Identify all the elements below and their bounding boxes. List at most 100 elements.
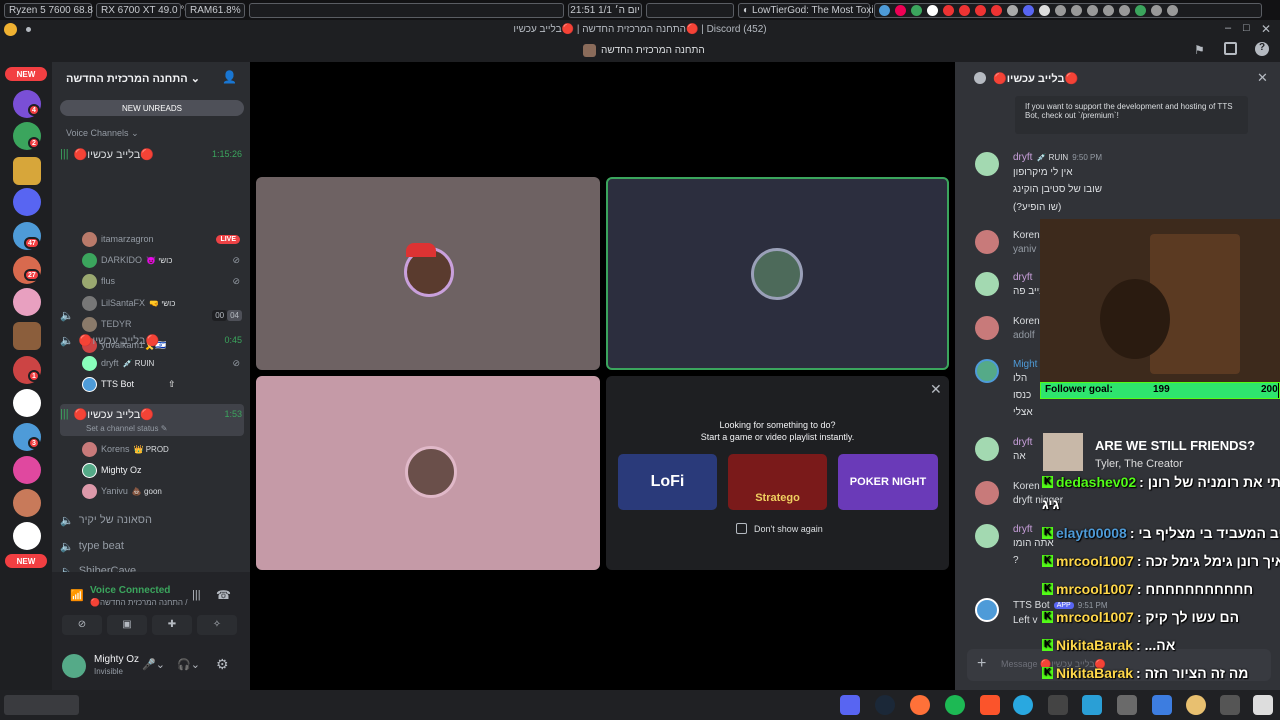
brave-taskbar-icon[interactable]: [980, 695, 1000, 715]
voice-channel[interactable]: 🔈 type beat: [60, 536, 242, 556]
avatar[interactable]: [975, 316, 999, 340]
activity-card-lofi[interactable]: LoFi: [618, 454, 717, 510]
tray-icon[interactable]: [895, 4, 906, 16]
voice-channel[interactable]: 🔈 🔴בלייב עכשיו🔴 0:45: [60, 330, 242, 350]
activity-card-poker[interactable]: POKER NIGHT: [838, 454, 938, 510]
avatar[interactable]: [975, 272, 999, 296]
add-member-icon[interactable]: 👤: [222, 70, 237, 84]
avatar[interactable]: [62, 654, 86, 678]
voice-user[interactable]: itamarzagron LIVE: [82, 230, 240, 248]
server-icon[interactable]: [13, 389, 41, 417]
avatar[interactable]: [975, 437, 999, 461]
tray-icon[interactable]: [1103, 4, 1114, 16]
avatar[interactable]: [975, 524, 999, 548]
activities-button[interactable]: ✚: [152, 615, 192, 635]
username[interactable]: Mighty Oz: [94, 654, 139, 665]
tray-icon[interactable]: [1055, 4, 1066, 16]
workspace-pager[interactable]: [4, 695, 79, 715]
headphones-icon[interactable]: 🎧⌄: [177, 658, 200, 671]
voice-user[interactable]: Yanivu 💩 goon: [82, 482, 240, 500]
avatar[interactable]: [975, 230, 999, 254]
tray-icon[interactable]: [991, 4, 1002, 16]
voice-user[interactable]: Korens 👑 PROD: [82, 440, 240, 458]
spotify-taskbar-icon[interactable]: [945, 695, 965, 715]
participant-tile[interactable]: [256, 177, 600, 370]
tray-icon[interactable]: [959, 4, 970, 16]
system-tray[interactable]: [874, 2, 1262, 18]
signal-icon[interactable]: 📶: [70, 589, 84, 602]
clock[interactable]: 21:51 יום ה׳ 1/1: [568, 2, 642, 18]
tray-icon[interactable]: [879, 4, 890, 16]
voice-user[interactable]: DARKIDO 😈 כושי ⊘: [82, 251, 240, 269]
firefox-taskbar-icon[interactable]: [910, 695, 930, 715]
new-unreads-pill[interactable]: NEW: [5, 67, 47, 81]
server-title[interactable]: התחנה המרכזית החדשה ⌄: [66, 72, 200, 85]
message-author[interactable]: dryft: [1013, 152, 1032, 163]
channel-status[interactable]: Set a channel status ✎: [86, 424, 167, 433]
avatar[interactable]: [975, 359, 999, 383]
voice-connected-label[interactable]: Voice Connected: [90, 585, 170, 596]
microphone-icon[interactable]: 🎤⌄: [142, 658, 165, 671]
media-player[interactable]: ◐ LowTierGod: The Most Toxi...: [738, 2, 882, 18]
noise-suppression-icon[interactable]: |||: [192, 589, 201, 601]
voice-channel-connected[interactable]: ||| 🔴בלייב עכשיו🔴 1:53: [60, 404, 242, 424]
tray-icon[interactable]: [911, 4, 922, 16]
tray-icon[interactable]: [943, 4, 954, 16]
screen-share-button[interactable]: ▣: [107, 615, 147, 635]
minimize-button[interactable]: –: [1225, 22, 1231, 34]
avatar[interactable]: [975, 152, 999, 176]
voice-user[interactable]: dryft 💉 RUIN ⊘: [82, 354, 240, 372]
app-taskbar-icon[interactable]: [1253, 695, 1273, 715]
new-unreads-banner[interactable]: NEW UNREADS: [60, 100, 244, 116]
discord-taskbar-icon[interactable]: [840, 695, 860, 715]
voice-user[interactable]: TTS Bot ⇧: [82, 375, 240, 393]
inbox-icon[interactable]: [1224, 42, 1237, 55]
tray-icon[interactable]: [1007, 4, 1018, 16]
app-taskbar-icon[interactable]: [1048, 695, 1068, 715]
app-taskbar-icon[interactable]: [1082, 695, 1102, 715]
close-chat-icon[interactable]: ✕: [1257, 70, 1268, 86]
voice-location[interactable]: 🔴בלייב עכשיו🔴 / התחנה המרכזית החדשה: [90, 598, 190, 607]
workspace-bar[interactable]: [249, 2, 564, 18]
close-window-button[interactable]: ✕: [1261, 22, 1271, 36]
settings-gear-icon[interactable]: ⚙: [216, 656, 229, 673]
new-unreads-pill[interactable]: NEW: [5, 554, 47, 568]
tray-icon[interactable]: [975, 4, 986, 16]
tray-icon[interactable]: [1023, 4, 1034, 16]
soundboard-button[interactable]: ✧: [197, 615, 237, 635]
camera-button[interactable]: ⊘: [62, 615, 102, 635]
terminal-taskbar-icon[interactable]: [1220, 695, 1240, 715]
close-icon[interactable]: ✕: [930, 381, 942, 398]
browser-taskbar-icon[interactable]: [1013, 695, 1033, 715]
store-taskbar-icon[interactable]: [1152, 695, 1172, 715]
server-icon[interactable]: [13, 456, 41, 484]
disconnect-icon[interactable]: ☎: [216, 588, 231, 602]
flag-icon[interactable]: ⚑: [1194, 43, 1205, 57]
tray-icon[interactable]: [927, 4, 938, 16]
tray-icon[interactable]: [1087, 4, 1098, 16]
participant-tile-speaking[interactable]: [606, 177, 949, 370]
tray-icon[interactable]: [1151, 4, 1162, 16]
voice-user[interactable]: flus ⊘: [82, 272, 240, 290]
add-attachment-icon[interactable]: +: [977, 655, 986, 673]
voice-channel[interactable]: 🔈 הסאונה של יקיר: [60, 510, 242, 530]
server-icon[interactable]: [13, 522, 41, 550]
avatar[interactable]: [975, 481, 999, 505]
server-icon[interactable]: [13, 188, 41, 216]
voice-user[interactable]: Mighty Oz: [82, 461, 240, 479]
dont-show-label[interactable]: Don't show again: [754, 524, 823, 534]
files-taskbar-icon[interactable]: [1117, 695, 1137, 715]
maximize-button[interactable]: □: [1243, 22, 1250, 34]
tray-icon[interactable]: [1135, 4, 1146, 16]
help-icon[interactable]: ?: [1255, 42, 1269, 56]
server-icon[interactable]: [13, 322, 41, 350]
server-icon[interactable]: [13, 489, 41, 517]
server-icon[interactable]: [13, 288, 41, 316]
voice-channel[interactable]: ||| 🔴בלייב עכשיו🔴 1:15:26: [60, 144, 242, 164]
voice-channel[interactable]: 🔈 00 04: [60, 305, 242, 325]
dont-show-checkbox[interactable]: [736, 523, 747, 534]
voice-category[interactable]: Voice Channels ⌄: [66, 128, 139, 139]
steam-taskbar-icon[interactable]: [875, 695, 895, 715]
tray-icon[interactable]: [1167, 4, 1178, 16]
tts-bot-avatar[interactable]: [975, 598, 999, 622]
